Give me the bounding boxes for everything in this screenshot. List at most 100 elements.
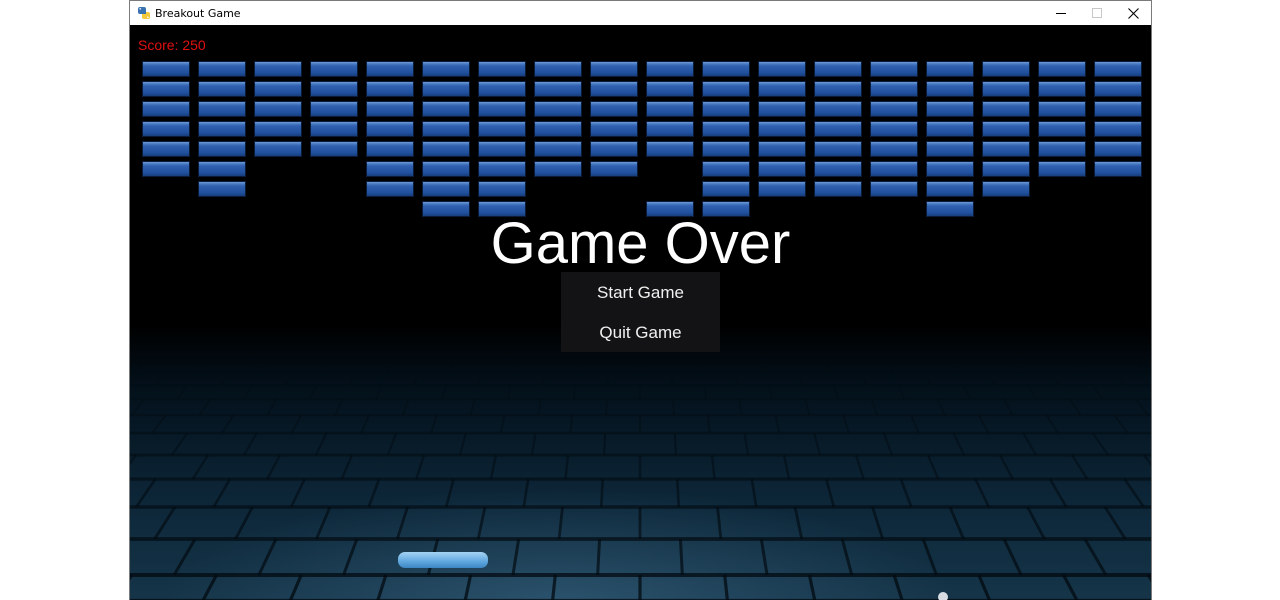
window-title: Breakout Game bbox=[155, 7, 241, 20]
brick bbox=[310, 101, 358, 117]
game-menu: Start Game Quit Game bbox=[561, 272, 720, 352]
brick bbox=[814, 141, 862, 157]
brick bbox=[254, 141, 302, 157]
brick bbox=[1038, 141, 1086, 157]
brick bbox=[926, 121, 974, 137]
brick bbox=[646, 101, 694, 117]
brick bbox=[1038, 101, 1086, 117]
python-app-icon bbox=[137, 6, 151, 20]
close-button[interactable] bbox=[1115, 1, 1151, 25]
quit-game-button[interactable]: Quit Game bbox=[561, 312, 720, 352]
brick bbox=[254, 61, 302, 77]
maximize-icon bbox=[1092, 8, 1102, 18]
brick bbox=[254, 121, 302, 137]
brick bbox=[422, 61, 470, 77]
brick bbox=[198, 141, 246, 157]
close-icon bbox=[1127, 7, 1139, 19]
brick bbox=[870, 61, 918, 77]
brick bbox=[1094, 81, 1142, 97]
brick bbox=[366, 161, 414, 177]
brick bbox=[590, 161, 638, 177]
brick bbox=[982, 121, 1030, 137]
brick bbox=[870, 81, 918, 97]
brick bbox=[310, 61, 358, 77]
minimize-button[interactable] bbox=[1043, 1, 1079, 25]
brick bbox=[198, 121, 246, 137]
brick bbox=[254, 81, 302, 97]
brick bbox=[366, 61, 414, 77]
brick bbox=[1094, 61, 1142, 77]
brick bbox=[590, 81, 638, 97]
brick bbox=[870, 101, 918, 117]
brick bbox=[982, 61, 1030, 77]
brick bbox=[478, 81, 526, 97]
brick bbox=[870, 181, 918, 197]
brick bbox=[646, 61, 694, 77]
brick bbox=[758, 121, 806, 137]
brick bbox=[702, 141, 750, 157]
brick bbox=[646, 121, 694, 137]
brick bbox=[198, 61, 246, 77]
minimize-icon bbox=[1056, 13, 1066, 14]
start-game-button[interactable]: Start Game bbox=[561, 272, 720, 312]
brick bbox=[534, 101, 582, 117]
brick bbox=[310, 81, 358, 97]
brick bbox=[310, 121, 358, 137]
ball bbox=[938, 592, 948, 600]
brick bbox=[422, 161, 470, 177]
game-window: Breakout Game Score: 250 Game Over Start… bbox=[129, 0, 1152, 600]
brick bbox=[702, 81, 750, 97]
paddle[interactable] bbox=[398, 552, 488, 568]
brick bbox=[926, 81, 974, 97]
brick bbox=[198, 181, 246, 197]
brick bbox=[702, 181, 750, 197]
brick bbox=[646, 141, 694, 157]
game-canvas[interactable]: Score: 250 Game Over Start Game Quit Gam… bbox=[130, 25, 1151, 600]
brick bbox=[142, 81, 190, 97]
brick bbox=[590, 141, 638, 157]
brick bbox=[926, 181, 974, 197]
brick bbox=[982, 141, 1030, 157]
brick bbox=[198, 101, 246, 117]
brick bbox=[814, 81, 862, 97]
game-over-title: Game Over bbox=[490, 211, 791, 276]
brick bbox=[590, 121, 638, 137]
brick bbox=[590, 61, 638, 77]
brick bbox=[982, 101, 1030, 117]
brick bbox=[1094, 161, 1142, 177]
brick bbox=[814, 101, 862, 117]
brick bbox=[590, 101, 638, 117]
brick bbox=[758, 101, 806, 117]
brick bbox=[142, 121, 190, 137]
brick bbox=[702, 61, 750, 77]
brick bbox=[926, 141, 974, 157]
title-bar[interactable]: Breakout Game bbox=[130, 1, 1151, 25]
brick bbox=[254, 101, 302, 117]
brick bbox=[534, 141, 582, 157]
brick bbox=[198, 161, 246, 177]
brick bbox=[366, 141, 414, 157]
brick bbox=[142, 61, 190, 77]
brick bbox=[422, 181, 470, 197]
brick bbox=[142, 101, 190, 117]
brick bbox=[478, 101, 526, 117]
brick bbox=[478, 121, 526, 137]
brick bbox=[982, 81, 1030, 97]
brick bbox=[982, 161, 1030, 177]
brick bbox=[366, 181, 414, 197]
brick bbox=[478, 61, 526, 77]
brick bbox=[422, 81, 470, 97]
brick bbox=[478, 161, 526, 177]
brick bbox=[758, 141, 806, 157]
brick bbox=[478, 181, 526, 197]
brick bbox=[702, 161, 750, 177]
brick bbox=[814, 181, 862, 197]
brick bbox=[870, 141, 918, 157]
brick bbox=[422, 101, 470, 117]
brick bbox=[1038, 161, 1086, 177]
brick-wall bbox=[130, 25, 1151, 225]
brick bbox=[870, 161, 918, 177]
maximize-button[interactable] bbox=[1079, 1, 1115, 25]
brick bbox=[534, 61, 582, 77]
brick bbox=[702, 101, 750, 117]
